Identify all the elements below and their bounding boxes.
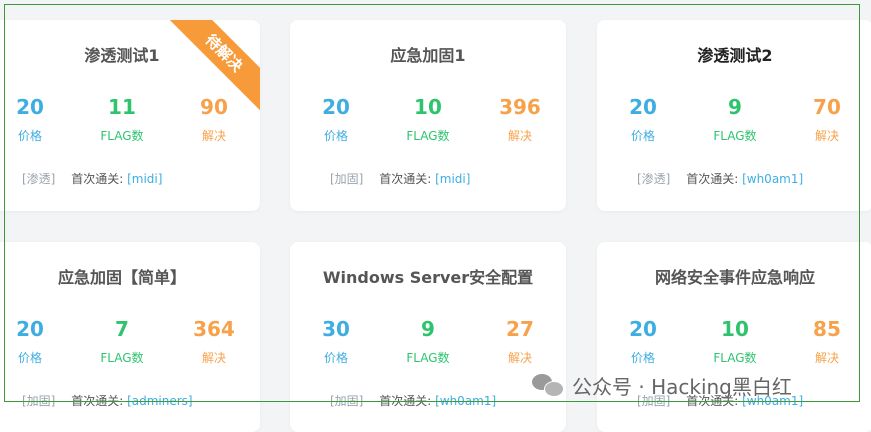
card-title: 网络安全事件应急响应 (654, 268, 815, 287)
card-stats: 20 价格 7 FLAG数 364 解决 (0, 316, 260, 366)
price-stat: 20 价格 (0, 316, 76, 366)
solve-stat: 90 解决 (168, 94, 260, 144)
price-value: 20 (322, 95, 350, 119)
watermark-text: 公众号 · Hacking黑白红 (572, 374, 792, 399)
price-value: 20 (629, 95, 657, 119)
card-title: 应急加固【简单】 (57, 268, 186, 287)
category-tag: [加固] (330, 394, 364, 408)
solve-count: 90 (200, 95, 228, 119)
card-footer: [渗透] 首次通关: [midi] (22, 170, 162, 187)
solve-count: 70 (813, 95, 841, 119)
solve-stat: 364 解决 (168, 316, 260, 366)
price-stat: 20 价格 (597, 94, 689, 144)
first-blood-user[interactable]: [adminers] (127, 394, 193, 408)
first-blood-user[interactable]: [wh0am1] (435, 394, 496, 408)
solve-stat: 27 解决 (474, 316, 566, 366)
solve-stat: 85 解决 (781, 316, 871, 366)
watermark: 公众号 · Hacking黑白红 (532, 372, 792, 399)
price-stat: 20 价格 (597, 316, 689, 366)
card-footer: [加固] 首次通关: [midi] (330, 170, 470, 187)
solve-label: 解决 (201, 351, 226, 365)
price-label: 价格 (17, 129, 42, 143)
solve-label: 解决 (201, 129, 226, 143)
first-blood-user[interactable]: [wh0am1] (742, 172, 803, 186)
category-tag: [加固] (330, 172, 364, 186)
solve-label: 解决 (814, 351, 839, 365)
card-stats: 20 价格 10 FLAG数 396 解决 (290, 94, 566, 144)
price-stat: 20 价格 (0, 94, 76, 144)
flag-label: FLAG数 (713, 351, 757, 365)
solve-count: 85 (813, 317, 841, 341)
challenge-card-1[interactable]: 待解决 渗透测试1 20 价格 11 FLAG数 90 解决 [渗透] 首次通关… (0, 20, 260, 211)
card-stats: 20 价格 11 FLAG数 90 解决 (0, 94, 260, 144)
flag-count: 9 (421, 317, 435, 341)
price-stat: 30 价格 (290, 316, 382, 366)
price-label: 价格 (323, 351, 348, 365)
solve-label: 解决 (507, 351, 532, 365)
solve-label: 解决 (814, 129, 839, 143)
price-label: 价格 (323, 129, 348, 143)
price-stat: 20 价格 (290, 94, 382, 144)
challenge-card-4[interactable]: 应急加固【简单】 20 价格 7 FLAG数 364 解决 [加固] 首次通关:… (0, 242, 260, 432)
first-blood-user[interactable]: [midi] (435, 172, 470, 186)
flag-count: 10 (721, 317, 749, 341)
category-tag: [加固] (22, 394, 56, 408)
price-value: 30 (322, 317, 350, 341)
first-blood-label: 首次通关: (71, 394, 124, 408)
challenge-card-6[interactable]: 网络安全事件应急响应 20 价格 10 FLAG数 85 解决 [加固] 首次通… (597, 242, 871, 432)
first-blood-label: 首次通关: (686, 172, 739, 186)
category-tag: [渗透] (637, 172, 671, 186)
challenge-card-3[interactable]: 渗透测试2 20 价格 9 FLAG数 70 解决 [渗透] 首次通关: [wh… (597, 20, 871, 211)
solve-stat: 396 解决 (474, 94, 566, 144)
price-label: 价格 (630, 351, 655, 365)
flag-stat: 7 FLAG数 (76, 316, 168, 366)
first-blood-label: 首次通关: (379, 394, 432, 408)
flag-count: 10 (414, 95, 442, 119)
flag-stat: 9 FLAG数 (689, 94, 781, 144)
challenge-card-5[interactable]: Windows Server安全配置 30 价格 9 FLAG数 27 解决 [… (290, 242, 566, 432)
flag-stat: 11 FLAG数 (76, 94, 168, 144)
flag-count: 9 (728, 95, 742, 119)
solve-label: 解决 (507, 129, 532, 143)
card-title: 渗透测试2 (697, 46, 773, 65)
flag-label: FLAG数 (406, 129, 450, 143)
solve-count: 27 (506, 317, 534, 341)
card-footer: [加固] 首次通关: [adminers] (22, 392, 193, 409)
wechat-icon (532, 372, 566, 398)
card-title: 渗透测试1 (84, 46, 160, 65)
solve-count: 396 (499, 95, 541, 119)
card-stats: 20 价格 10 FLAG数 85 解决 (597, 316, 871, 366)
card-stats: 30 价格 9 FLAG数 27 解决 (290, 316, 566, 366)
first-blood-label: 首次通关: (379, 172, 432, 186)
challenge-card-2[interactable]: 应急加固1 20 价格 10 FLAG数 396 解决 [加固] 首次通关: [… (290, 20, 566, 211)
card-stats: 20 价格 9 FLAG数 70 解决 (597, 94, 871, 144)
card-footer: [渗透] 首次通关: [wh0am1] (637, 170, 803, 187)
solve-count: 364 (193, 317, 235, 341)
flag-count: 11 (108, 95, 136, 119)
card-footer: [加固] 首次通关: [wh0am1] (330, 392, 496, 409)
flag-count: 7 (115, 317, 129, 341)
first-blood-label: 首次通关: (71, 172, 124, 186)
price-value: 20 (16, 317, 44, 341)
flag-stat: 9 FLAG数 (382, 316, 474, 366)
flag-label: FLAG数 (406, 351, 450, 365)
solve-stat: 70 解决 (781, 94, 871, 144)
category-tag: [渗透] (22, 172, 56, 186)
card-title: Windows Server安全配置 (322, 268, 534, 287)
card-title: 应急加固1 (390, 46, 466, 65)
price-value: 20 (629, 317, 657, 341)
flag-stat: 10 FLAG数 (689, 316, 781, 366)
flag-stat: 10 FLAG数 (382, 94, 474, 144)
flag-label: FLAG数 (713, 129, 757, 143)
price-value: 20 (16, 95, 44, 119)
flag-label: FLAG数 (100, 129, 144, 143)
price-label: 价格 (630, 129, 655, 143)
flag-label: FLAG数 (100, 351, 144, 365)
first-blood-user[interactable]: [midi] (127, 172, 162, 186)
price-label: 价格 (17, 351, 42, 365)
